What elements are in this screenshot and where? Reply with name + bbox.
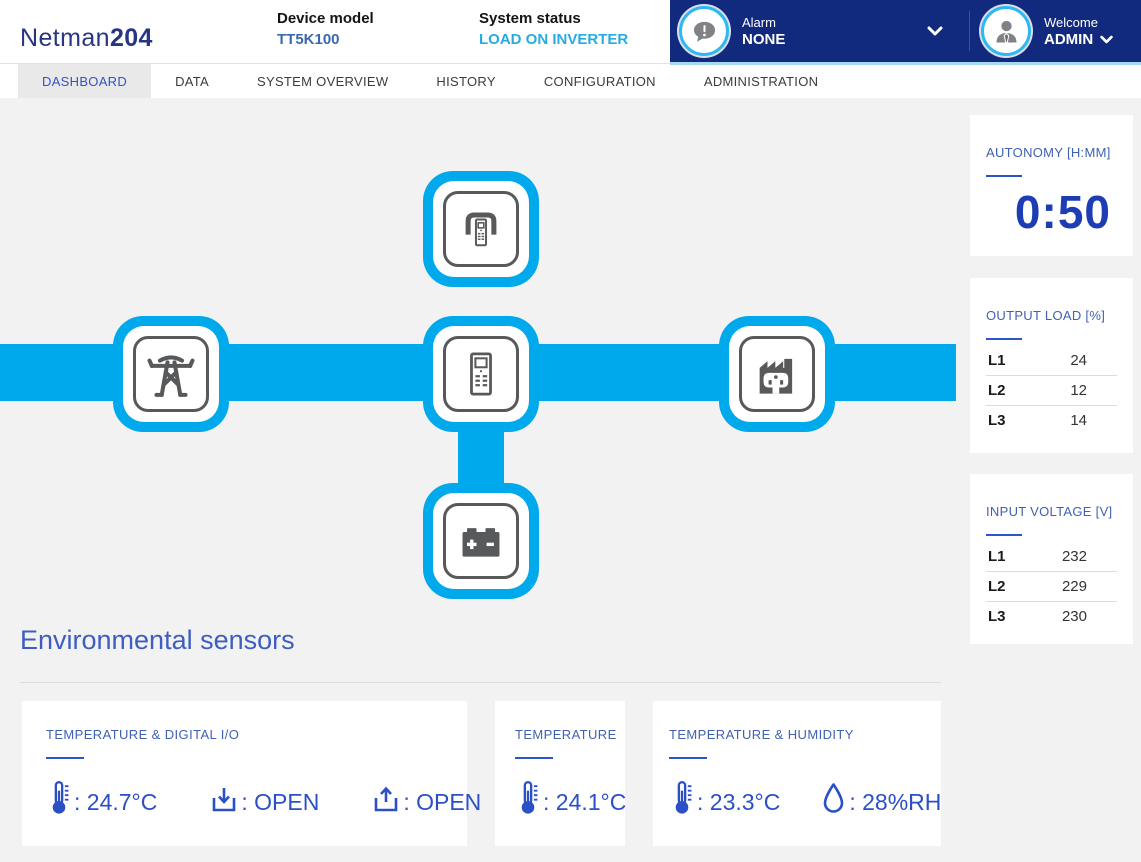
- username: ADMIN: [1044, 31, 1093, 48]
- autonomy-panel: AUTONOMY [H:MM] 0:50: [970, 115, 1133, 256]
- temperature-reading: : 24.1°C: [515, 779, 626, 815]
- title-underline: [46, 757, 84, 759]
- temperature-reading: : 23.3°C: [669, 779, 780, 815]
- system-status-label: System status: [479, 8, 628, 29]
- alarm-icon: [679, 6, 729, 56]
- system-status-value: LOAD ON INVERTER: [479, 29, 628, 50]
- user-avatar-icon: [981, 6, 1031, 56]
- row-value: 232: [1062, 548, 1115, 565]
- row-label: L2: [988, 382, 1006, 399]
- row-label: L3: [988, 412, 1006, 429]
- tab-configuration[interactable]: CONFIGURATION: [520, 64, 680, 98]
- netman-dashboard: Netman204 Device model TT5K100 System st…: [0, 0, 1141, 862]
- chevron-down-icon: [1100, 35, 1113, 44]
- device-model-value: TT5K100: [277, 29, 374, 50]
- alarm-label: Alarm: [742, 14, 785, 31]
- alarm-dropdown[interactable]: Alarm NONE: [670, 0, 969, 62]
- digital-output-icon: [371, 785, 401, 815]
- netman-logo: Netman204: [20, 24, 153, 53]
- thermometer-icon: [515, 779, 541, 815]
- device-model-label: Device model: [277, 8, 374, 29]
- digital-input-reading: : OPEN: [209, 785, 319, 815]
- row-label: L1: [988, 352, 1006, 369]
- row-value: 24: [1070, 352, 1115, 369]
- table-row: L1 24: [986, 346, 1117, 376]
- welcome-label: Welcome: [1044, 14, 1113, 31]
- sensor-card-title: TEMPERATURE & DIGITAL I/O: [46, 727, 467, 742]
- output-load-panel: OUTPUT LOAD [%] L1 24 L2 12 L3 14: [970, 278, 1133, 453]
- device-model-block: Device model TT5K100: [277, 8, 374, 50]
- title-underline: [986, 338, 1022, 340]
- humidity-drop-icon: [820, 781, 847, 815]
- title-underline: [986, 175, 1022, 177]
- header-status-bar: Alarm NONE Welcome ADMI: [670, 0, 1141, 65]
- tab-system-overview[interactable]: SYSTEM OVERVIEW: [233, 64, 412, 98]
- sensor-card-title: TEMPERATURE: [515, 727, 625, 742]
- table-row: L3 230: [986, 602, 1117, 631]
- battery-icon: [443, 503, 519, 579]
- battery-node: [423, 483, 539, 599]
- ups-icon: [443, 336, 519, 412]
- title-underline: [669, 757, 707, 759]
- sensor-card-title: TEMPERATURE & HUMIDITY: [669, 727, 941, 742]
- row-value: 230: [1062, 608, 1115, 625]
- app-header: Netman204 Device model TT5K100 System st…: [0, 0, 1141, 64]
- temperature-reading: : 24.7°C: [46, 779, 157, 815]
- power-grid-icon: [133, 336, 209, 412]
- main-nav: DASHBOARD DATA SYSTEM OVERVIEW HISTORY C…: [0, 64, 1141, 98]
- ups-node: [423, 316, 539, 432]
- sensor-card-temperature-humidity: TEMPERATURE & HUMIDITY : 23.3°C: [653, 701, 941, 846]
- tab-history[interactable]: HISTORY: [412, 64, 519, 98]
- logo-suffix: 204: [110, 24, 153, 52]
- title-underline: [986, 534, 1022, 536]
- table-row: L2 12: [986, 376, 1117, 406]
- humidity-reading: : 28%RH: [820, 781, 941, 815]
- sensor-card-temperature: TEMPERATURE : 24.1°C: [495, 701, 625, 846]
- alarm-value: NONE: [742, 31, 785, 48]
- tab-administration[interactable]: ADMINISTRATION: [680, 64, 842, 98]
- thermometer-icon: [669, 779, 695, 815]
- autonomy-title: AUTONOMY [H:MM]: [986, 145, 1117, 160]
- table-row: L2 229: [986, 572, 1117, 602]
- environmental-sensors-heading: Environmental sensors: [20, 625, 295, 656]
- chevron-down-icon: [927, 26, 943, 36]
- digital-output-reading: : OPEN: [371, 785, 481, 815]
- digital-input-icon: [209, 785, 239, 815]
- section-divider: [20, 682, 941, 683]
- bypass-node: [423, 171, 539, 287]
- load-icon: [739, 336, 815, 412]
- thermometer-icon: [46, 779, 72, 815]
- row-label: L1: [988, 548, 1006, 565]
- row-value: 12: [1070, 382, 1115, 399]
- bypass-icon: [443, 191, 519, 267]
- row-value: 14: [1070, 412, 1115, 429]
- logo-prefix: Netman: [20, 24, 110, 52]
- dashboard-main: Environmental sensors TEMPERATURE & DIGI…: [0, 98, 1141, 862]
- power-grid-node: [113, 316, 229, 432]
- title-underline: [515, 757, 553, 759]
- output-load-title: OUTPUT LOAD [%]: [986, 308, 1117, 323]
- user-dropdown[interactable]: Welcome ADMIN: [970, 0, 1141, 62]
- row-label: L2: [988, 578, 1006, 595]
- table-row: L1 232: [986, 542, 1117, 572]
- input-voltage-title: INPUT VOLTAGE [V]: [986, 504, 1117, 519]
- tab-dashboard[interactable]: DASHBOARD: [18, 64, 151, 98]
- autonomy-value: 0:50: [986, 185, 1117, 239]
- input-voltage-panel: INPUT VOLTAGE [V] L1 232 L2 229 L3 230: [970, 474, 1133, 644]
- tab-data[interactable]: DATA: [151, 64, 233, 98]
- system-status-block: System status LOAD ON INVERTER: [479, 8, 628, 50]
- table-row: L3 14: [986, 406, 1117, 435]
- sensor-card-temperature-digital-io: TEMPERATURE & DIGITAL I/O : 24.7°C: [22, 701, 467, 846]
- row-value: 229: [1062, 578, 1115, 595]
- load-node: [719, 316, 835, 432]
- row-label: L3: [988, 608, 1006, 625]
